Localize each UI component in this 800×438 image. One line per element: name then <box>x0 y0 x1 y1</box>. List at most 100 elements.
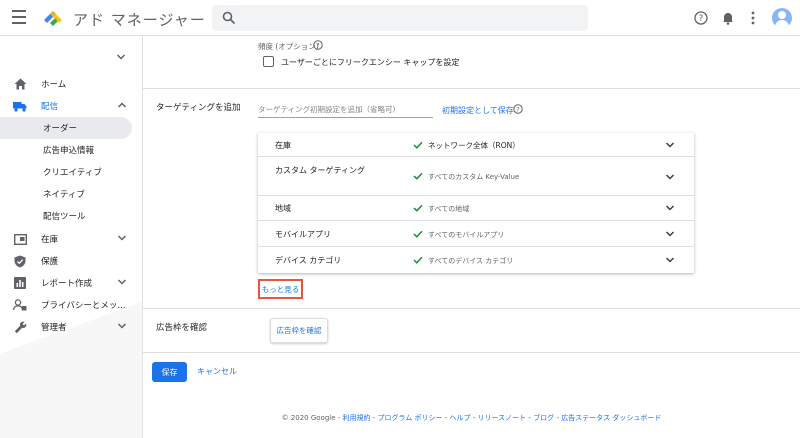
sidebar-item-label: レポート作成 <box>41 279 93 289</box>
show-more-link[interactable]: もっと見る <box>258 279 303 299</box>
check-inventory-button[interactable]: 広告枠を確認 <box>270 318 328 343</box>
save-as-default-link[interactable]: 初期設定として保存 <box>442 105 514 116</box>
targeting-row-mobile-apps[interactable]: モバイルアプリ すべてのモバイルアプリ <box>258 221 694 247</box>
targeting-row-name: デバイス カテゴリ <box>275 256 342 265</box>
help-icon[interactable]: ? <box>313 40 323 50</box>
sidebar-item-label: 配信 <box>41 102 59 112</box>
chevron-down-icon <box>117 234 127 245</box>
top-app-bar: アド マネージャー ? <box>0 0 800 36</box>
section-divider <box>143 308 800 309</box>
footer-link-program-policy[interactable]: プログラム ポリシー <box>378 414 443 422</box>
check-icon <box>413 172 423 180</box>
hamburger-menu-icon[interactable] <box>12 10 26 24</box>
sidebar-item-home[interactable]: ホーム <box>0 73 142 95</box>
chevron-down-icon[interactable] <box>665 141 675 149</box>
targeting-row-name: 地域 <box>275 204 291 213</box>
targeting-row-inventory[interactable]: 在庫 ネットワーク全体（RON） <box>258 133 694 157</box>
sidebar-item-label: 広告申込情報 <box>43 146 95 156</box>
sidebar-item-admin[interactable]: 管理者 <box>0 316 142 338</box>
sidebar-item-creatives[interactable]: クリエイティブ <box>0 161 132 183</box>
targeting-row-value: すべてのカスタム Key-Value <box>428 173 520 181</box>
targeting-row-value: ネットワーク全体（RON） <box>428 141 520 150</box>
check-icon <box>413 256 423 264</box>
sidebar-item-label: 管理者 <box>41 323 67 333</box>
targeting-row-device-category[interactable]: デバイス カテゴリ すべてのデバイス カテゴリ <box>258 247 694 273</box>
search-bar[interactable] <box>212 5 588 31</box>
account-avatar[interactable] <box>772 8 792 28</box>
chevron-down-icon[interactable] <box>665 173 675 181</box>
targeting-row-value: すべてのモバイルアプリ <box>428 231 505 239</box>
sidebar-item-orders[interactable]: オーダー <box>0 117 132 139</box>
chevron-down-icon[interactable] <box>665 204 675 212</box>
footer-link-release-notes[interactable]: リリースノート <box>478 414 527 422</box>
sidebar-item-delivery[interactable]: 配信 <box>0 95 142 117</box>
sidebar-collapse-chevron-icon[interactable] <box>116 46 126 65</box>
sidebar-item-label: プライバシーとメッ... <box>41 301 126 311</box>
footer: © 2020 Google - 利用規約 - プログラム ポリシー - ヘルプ … <box>281 414 662 422</box>
targeting-section-title: ターゲティングを追加 <box>156 103 241 113</box>
chevron-down-icon <box>117 322 127 333</box>
search-input[interactable] <box>244 8 574 28</box>
sidebar-item-delivery-tools[interactable]: 配信ツール <box>0 205 132 227</box>
footer-link-terms[interactable]: 利用規約 <box>343 414 371 422</box>
svg-text:?: ? <box>516 105 519 113</box>
sidebar-item-label: 保護 <box>41 257 59 267</box>
sidebar-item-label: オーダー <box>43 124 78 134</box>
chevron-down-icon[interactable] <box>665 256 675 264</box>
check-icon <box>413 141 423 149</box>
inventory-check-title: 広告枠を確認 <box>156 323 208 333</box>
footer-copyright: © 2020 Google <box>281 414 336 422</box>
privacy-icon <box>13 298 27 312</box>
main-content: 頻度 (オプション) ? ユーザーごとにフリークエンシー キャップを設定 ターゲ… <box>143 36 800 438</box>
truck-icon <box>13 99 27 113</box>
sidebar-item-native[interactable]: ネイティブ <box>0 183 132 205</box>
targeting-card: 在庫 ネットワーク全体（RON） カスタム ターゲティング すべてのカスタム K… <box>258 133 694 273</box>
sidebar-item-protection[interactable]: 保護 <box>0 250 142 272</box>
sidebar-item-label: ネイティブ <box>43 190 85 200</box>
targeting-row-value: すべての地域 <box>428 205 470 213</box>
ad-manager-logo <box>44 11 62 26</box>
sidebar-item-label: ホーム <box>41 80 67 90</box>
search-icon <box>222 11 236 25</box>
cancel-button[interactable]: キャンセル <box>197 366 237 377</box>
targeting-row-custom[interactable]: カスタム ターゲティング すべてのカスタム Key-Value <box>258 157 694 196</box>
footer-link-status-dashboard[interactable]: 広告ステータス ダッシュボード <box>561 414 661 422</box>
wrench-icon <box>13 320 27 334</box>
targeting-row-name: 在庫 <box>275 141 291 150</box>
help-icon[interactable]: ? <box>513 104 523 114</box>
sidebar-item-reporting[interactable]: レポート作成 <box>0 272 142 294</box>
notifications-bell-icon[interactable] <box>719 9 737 27</box>
targeting-preset-input[interactable]: ターゲティング初期設定を追加（省略可） <box>258 104 433 118</box>
frequency-label: 頻度 (オプション) <box>258 42 319 51</box>
frequency-cap-checkbox-label: ユーザーごとにフリークエンシー キャップを設定 <box>281 58 460 67</box>
targeting-row-geography[interactable]: 地域 すべての地域 <box>258 196 694 221</box>
footer-link-blog[interactable]: ブログ <box>533 414 554 422</box>
app-title: アド マネージャー <box>73 11 206 29</box>
sidebar-item-label: 在庫 <box>41 235 59 245</box>
more-vert-icon[interactable] <box>744 9 762 27</box>
save-button[interactable]: 保存 <box>152 362 187 382</box>
sidebar-item-inventory[interactable]: 在庫 <box>0 228 142 250</box>
sidebar-item-privacy-messaging[interactable]: プライバシーとメッ... <box>0 294 142 316</box>
chevron-up-icon <box>117 101 127 112</box>
targeting-row-name: カスタム ターゲティング <box>275 166 366 175</box>
home-icon <box>13 77 27 91</box>
sidebar-item-label: クリエイティブ <box>43 168 102 178</box>
chevron-down-icon <box>117 278 127 289</box>
section-divider <box>143 88 800 89</box>
inventory-icon <box>13 232 27 246</box>
footer-link-help[interactable]: ヘルプ <box>450 414 471 422</box>
help-icon[interactable]: ? <box>692 9 710 27</box>
frequency-cap-checkbox[interactable] <box>263 56 274 67</box>
svg-text:?: ? <box>699 14 704 24</box>
sidebar-item-label: 配信ツール <box>43 212 86 222</box>
shield-icon <box>13 254 27 268</box>
section-divider <box>143 352 800 353</box>
sidebar-nav: ホーム 配信 オーダー 広告申込情報 クリエイティブ ネイティブ 配信ツール 在… <box>0 36 143 438</box>
chevron-down-icon[interactable] <box>665 230 675 238</box>
sidebar-item-line-items[interactable]: 広告申込情報 <box>0 139 132 161</box>
report-icon <box>13 276 27 290</box>
check-icon <box>413 204 423 212</box>
targeting-row-value: すべてのデバイス カテゴリ <box>428 257 514 265</box>
svg-text:?: ? <box>316 41 319 49</box>
